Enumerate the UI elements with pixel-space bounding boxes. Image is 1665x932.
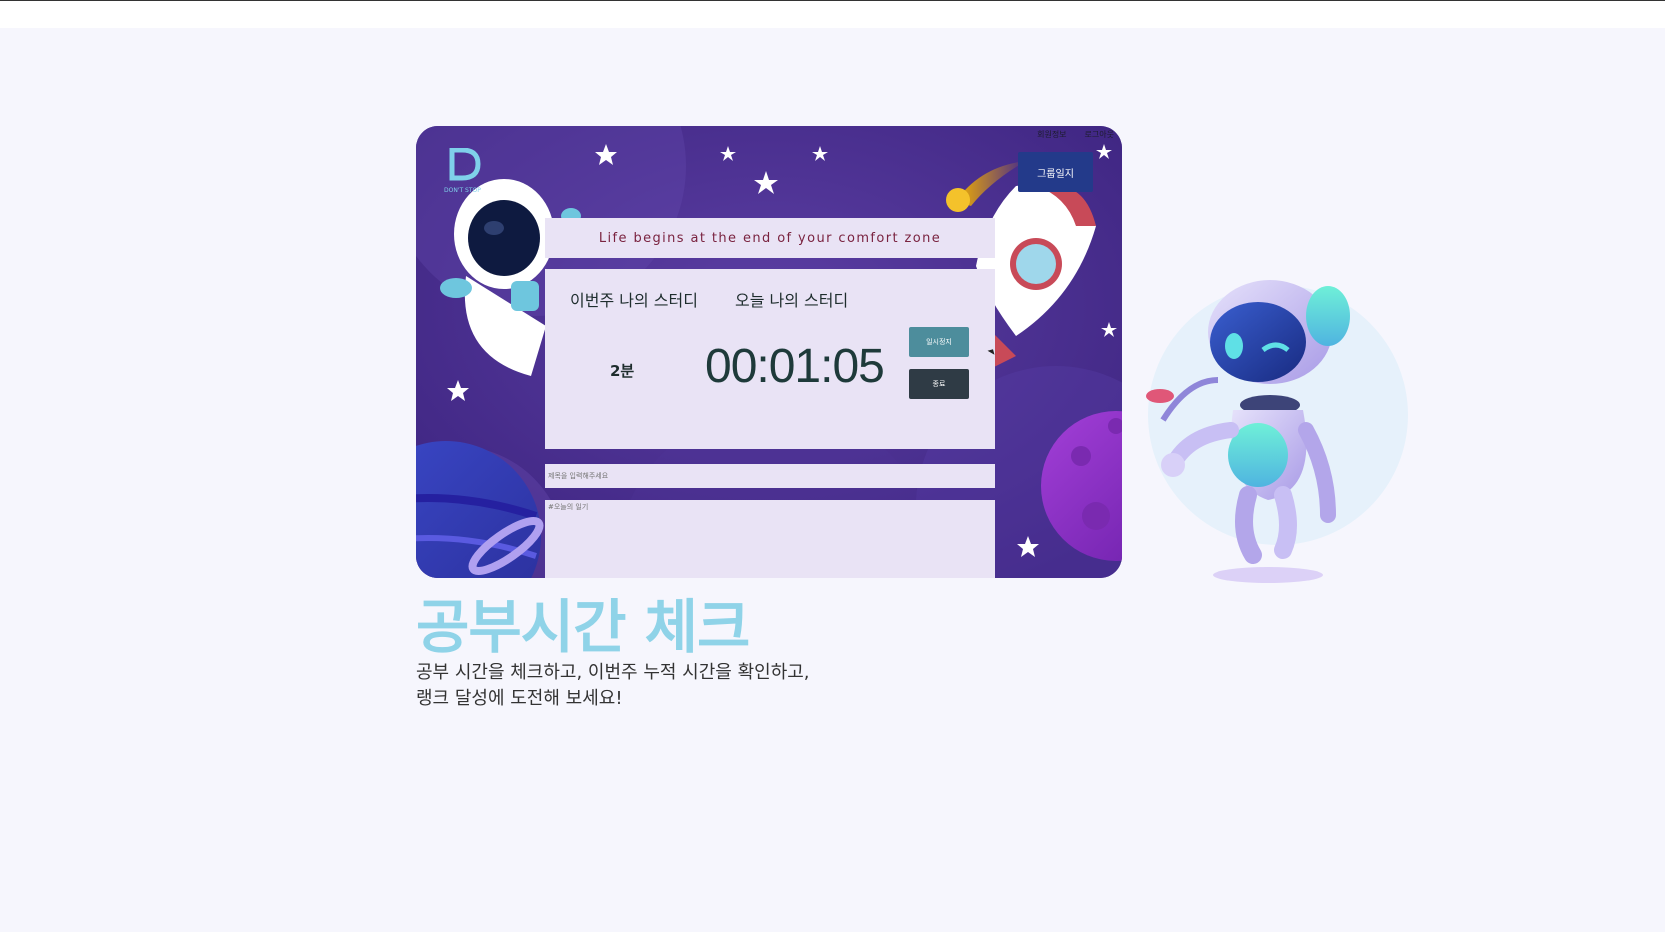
today-study-label: 오늘 나의 스터디: [735, 291, 849, 310]
browser-top-bar: [0, 0, 1665, 28]
motivational-quote: Life begins at the end of your comfort z…: [545, 218, 995, 258]
week-study-value: 2분: [610, 362, 635, 380]
feature-title: 공부시간 체크: [416, 593, 750, 661]
week-study-label: 이번주 나의 스터디: [570, 291, 698, 310]
diary-title-input[interactable]: [545, 464, 995, 488]
today-study-clock: 00:01:05: [705, 340, 885, 393]
diary-body-input[interactable]: [545, 500, 995, 578]
top-nav-links: 회원정보 로그아웃: [1037, 129, 1114, 140]
end-button[interactable]: 종료: [909, 369, 969, 399]
feature-description: 공부 시간을 체크하고, 이번주 누적 시간을 확인하고, 랭크 달성에 도전해…: [416, 660, 810, 712]
pause-button[interactable]: 일시정지: [909, 327, 969, 357]
member-info-link[interactable]: 회원정보: [1037, 129, 1066, 140]
group-diary-button[interactable]: 그룹일지: [1018, 152, 1093, 192]
dont-stop-logo[interactable]: DON'T STOP: [444, 148, 484, 196]
study-timer-screenshot: 회원정보 로그아웃 그룹일지 DON'T STOP Life begins at…: [416, 126, 1122, 578]
feature-description-line-2: 랭크 달성에 도전해 보세요!: [416, 688, 623, 709]
svg-text:DON'T STOP: DON'T STOP: [444, 187, 481, 194]
robot-illustration: [1146, 280, 1408, 583]
feature-description-line-1: 공부 시간을 체크하고, 이번주 누적 시간을 확인하고,: [416, 662, 810, 683]
study-timer-panel: 이번주 나의 스터디 오늘 나의 스터디 2분 00:01:05 일시정지 종료: [545, 269, 995, 449]
logout-link[interactable]: 로그아웃: [1085, 129, 1114, 140]
